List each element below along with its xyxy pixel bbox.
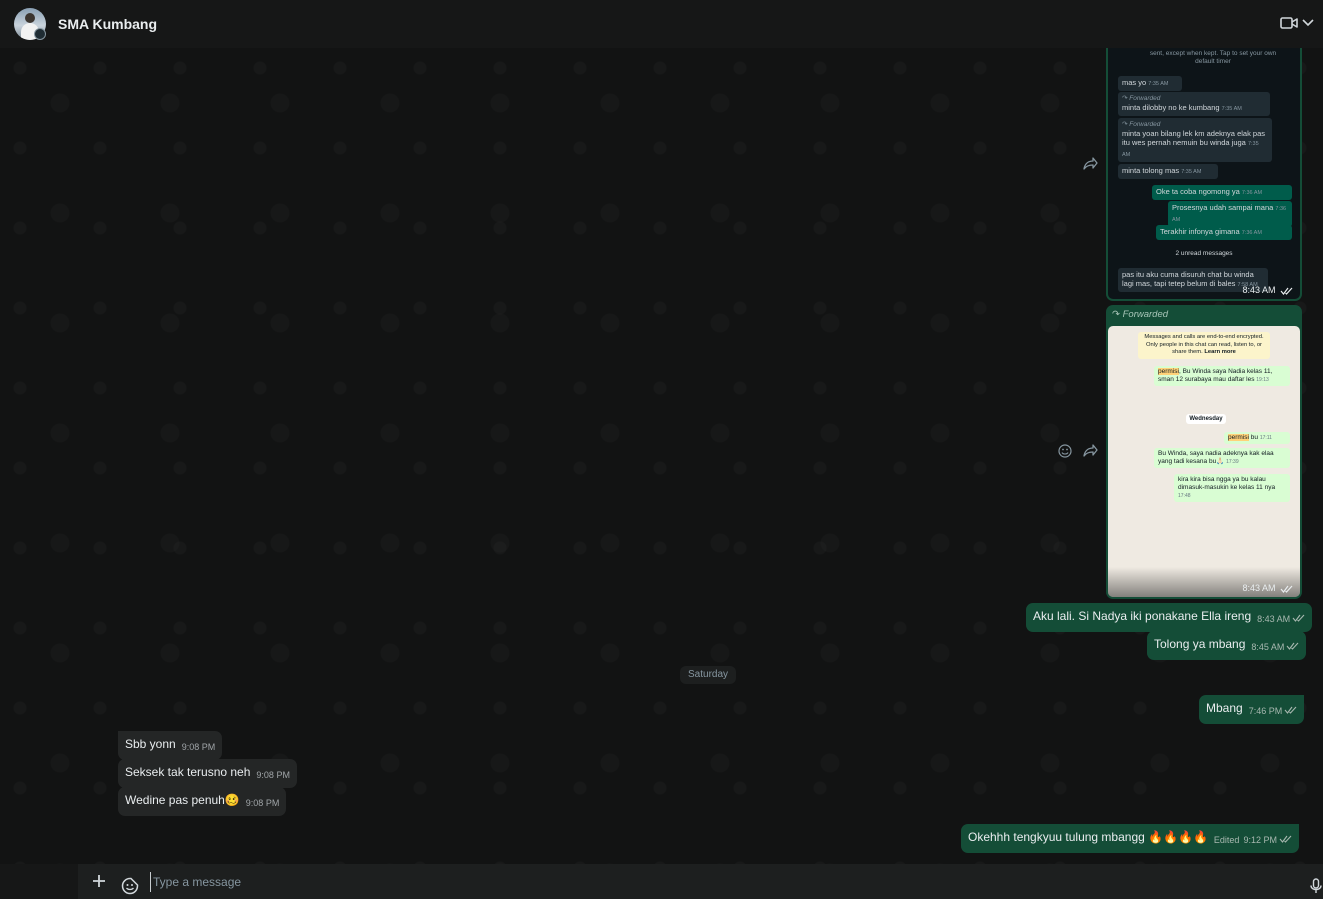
ss2-msg: Bu Winda, saya nadia adeknya kak elaa ya… bbox=[1154, 448, 1290, 468]
microphone-icon[interactable] bbox=[1310, 878, 1322, 894]
day-chip: Wednesday bbox=[1186, 414, 1226, 424]
message-time: 9:12 PM bbox=[1243, 835, 1277, 845]
ss1-msg: ↷ Forwarded minta dilobby no ke kumbang … bbox=[1118, 92, 1270, 116]
message-composer bbox=[78, 864, 1323, 899]
message-bubble-incoming[interactable]: Sbb yonn 9:08 PM bbox=[118, 731, 223, 760]
message-time: 8:43 AM bbox=[1242, 583, 1294, 593]
message-time: 9:08 PM bbox=[181, 742, 216, 752]
message-bubble-incoming[interactable]: Wedine pas penuh🥴 9:08 PM bbox=[118, 787, 287, 816]
status-badge-icon bbox=[34, 28, 46, 40]
unread-divider: 2 unread messages bbox=[1175, 250, 1233, 257]
message-time: 9:08 PM bbox=[256, 770, 290, 780]
message-text: Seksek tak terusno neh bbox=[125, 765, 251, 779]
message-text: Aku lali. Si Nadya iki ponakane Ella ire… bbox=[1033, 609, 1252, 623]
forward-icon[interactable] bbox=[1083, 157, 1098, 170]
message-time: 8:45 AM bbox=[1251, 642, 1285, 652]
screenshot-image-1: sent, except when kept. Tap to set your … bbox=[1108, 48, 1300, 299]
message-time: 8:43 AM bbox=[1242, 285, 1294, 295]
ss1-msg: ↷ Forwarded minta yoan bilang lek km ade… bbox=[1118, 118, 1272, 162]
ss2-msg: permisi, Bu Winda saya Nadia kelas 11, s… bbox=[1154, 366, 1290, 386]
ss2-msg: permisi bu 17:11 bbox=[1224, 432, 1290, 444]
read-ticks-icon bbox=[1287, 642, 1299, 650]
message-input[interactable] bbox=[150, 872, 1230, 892]
read-ticks-icon bbox=[1284, 706, 1297, 714]
message-text: Mbang bbox=[1206, 701, 1243, 715]
ss1-msg: Oke ta coba ngomong ya 7:36 AM bbox=[1152, 185, 1292, 200]
ss1-msg: Prosesnya udah sampai mana 7:36 AM bbox=[1168, 201, 1292, 227]
screenshot-image-2: Messages and calls are end-to-end encryp… bbox=[1108, 326, 1300, 597]
ss1-msg: minta tolong mas 7:35 AM bbox=[1118, 164, 1218, 179]
emoji-react-icon[interactable] bbox=[1058, 444, 1072, 458]
disappearing-notice: sent, except when kept. Tap to set your … bbox=[1149, 50, 1277, 65]
message-time: 7:46 PM bbox=[1248, 706, 1283, 716]
message-text: Okehhh tengkyuu tulung mbangg 🔥🔥🔥🔥 bbox=[968, 830, 1208, 844]
chat-title[interactable]: SMA Kumbang bbox=[58, 16, 157, 32]
message-time: 9:08 PM bbox=[245, 798, 280, 808]
message-text: Tolong ya mbang bbox=[1154, 637, 1246, 651]
ss1-msg: Terakhir infonya gimana 7:36 AM bbox=[1156, 225, 1292, 240]
message-text: Wedine pas penuh🥴 bbox=[125, 793, 240, 807]
forward-icon[interactable] bbox=[1083, 444, 1098, 457]
image-message-1[interactable]: sent, except when kept. Tap to set your … bbox=[1106, 48, 1302, 301]
image-message-2[interactable]: ↷ Forwarded Messages and calls are end-t… bbox=[1106, 305, 1302, 599]
forwarded-label: ↷ Forwarded bbox=[1112, 309, 1169, 320]
message-bubble-incoming[interactable]: Seksek tak terusno neh 9:08 PM bbox=[118, 759, 297, 788]
message-bubble-outgoing[interactable]: Okehhh tengkyuu tulung mbangg 🔥🔥🔥🔥 Edited… bbox=[961, 824, 1299, 853]
chevron-down-icon[interactable] bbox=[1302, 18, 1314, 28]
read-ticks-icon bbox=[1279, 835, 1292, 843]
ss2-msg: kira kira bisa ngga ya bu kalau dimasuk-… bbox=[1174, 474, 1290, 502]
message-bubble-outgoing[interactable]: Mbang 7:46 PM bbox=[1199, 695, 1305, 724]
read-ticks-icon bbox=[1280, 585, 1293, 593]
date-separator: Saturday bbox=[680, 666, 737, 684]
message-bubble-outgoing[interactable]: Tolong ya mbang 8:45 AM bbox=[1147, 631, 1307, 660]
sticker-icon[interactable] bbox=[121, 877, 139, 895]
read-ticks-icon bbox=[1292, 614, 1305, 622]
attach-plus-icon[interactable] bbox=[91, 873, 107, 889]
message-text: Sbb yonn bbox=[125, 737, 176, 751]
edited-label: Edited bbox=[1213, 835, 1240, 845]
message-time: 8:43 AM bbox=[1257, 614, 1291, 624]
video-call-icon[interactable] bbox=[1280, 16, 1298, 30]
encryption-notice: Messages and calls are end-to-end encryp… bbox=[1138, 332, 1270, 359]
chat-header: SMA Kumbang bbox=[0, 0, 1323, 48]
avatar-head bbox=[25, 13, 35, 23]
read-ticks-icon bbox=[1280, 287, 1293, 295]
ss1-msg: mas yo 7:35 AM bbox=[1118, 76, 1182, 91]
message-bubble-outgoing[interactable]: Aku lali. Si Nadya iki ponakane Ella ire… bbox=[1026, 603, 1313, 632]
